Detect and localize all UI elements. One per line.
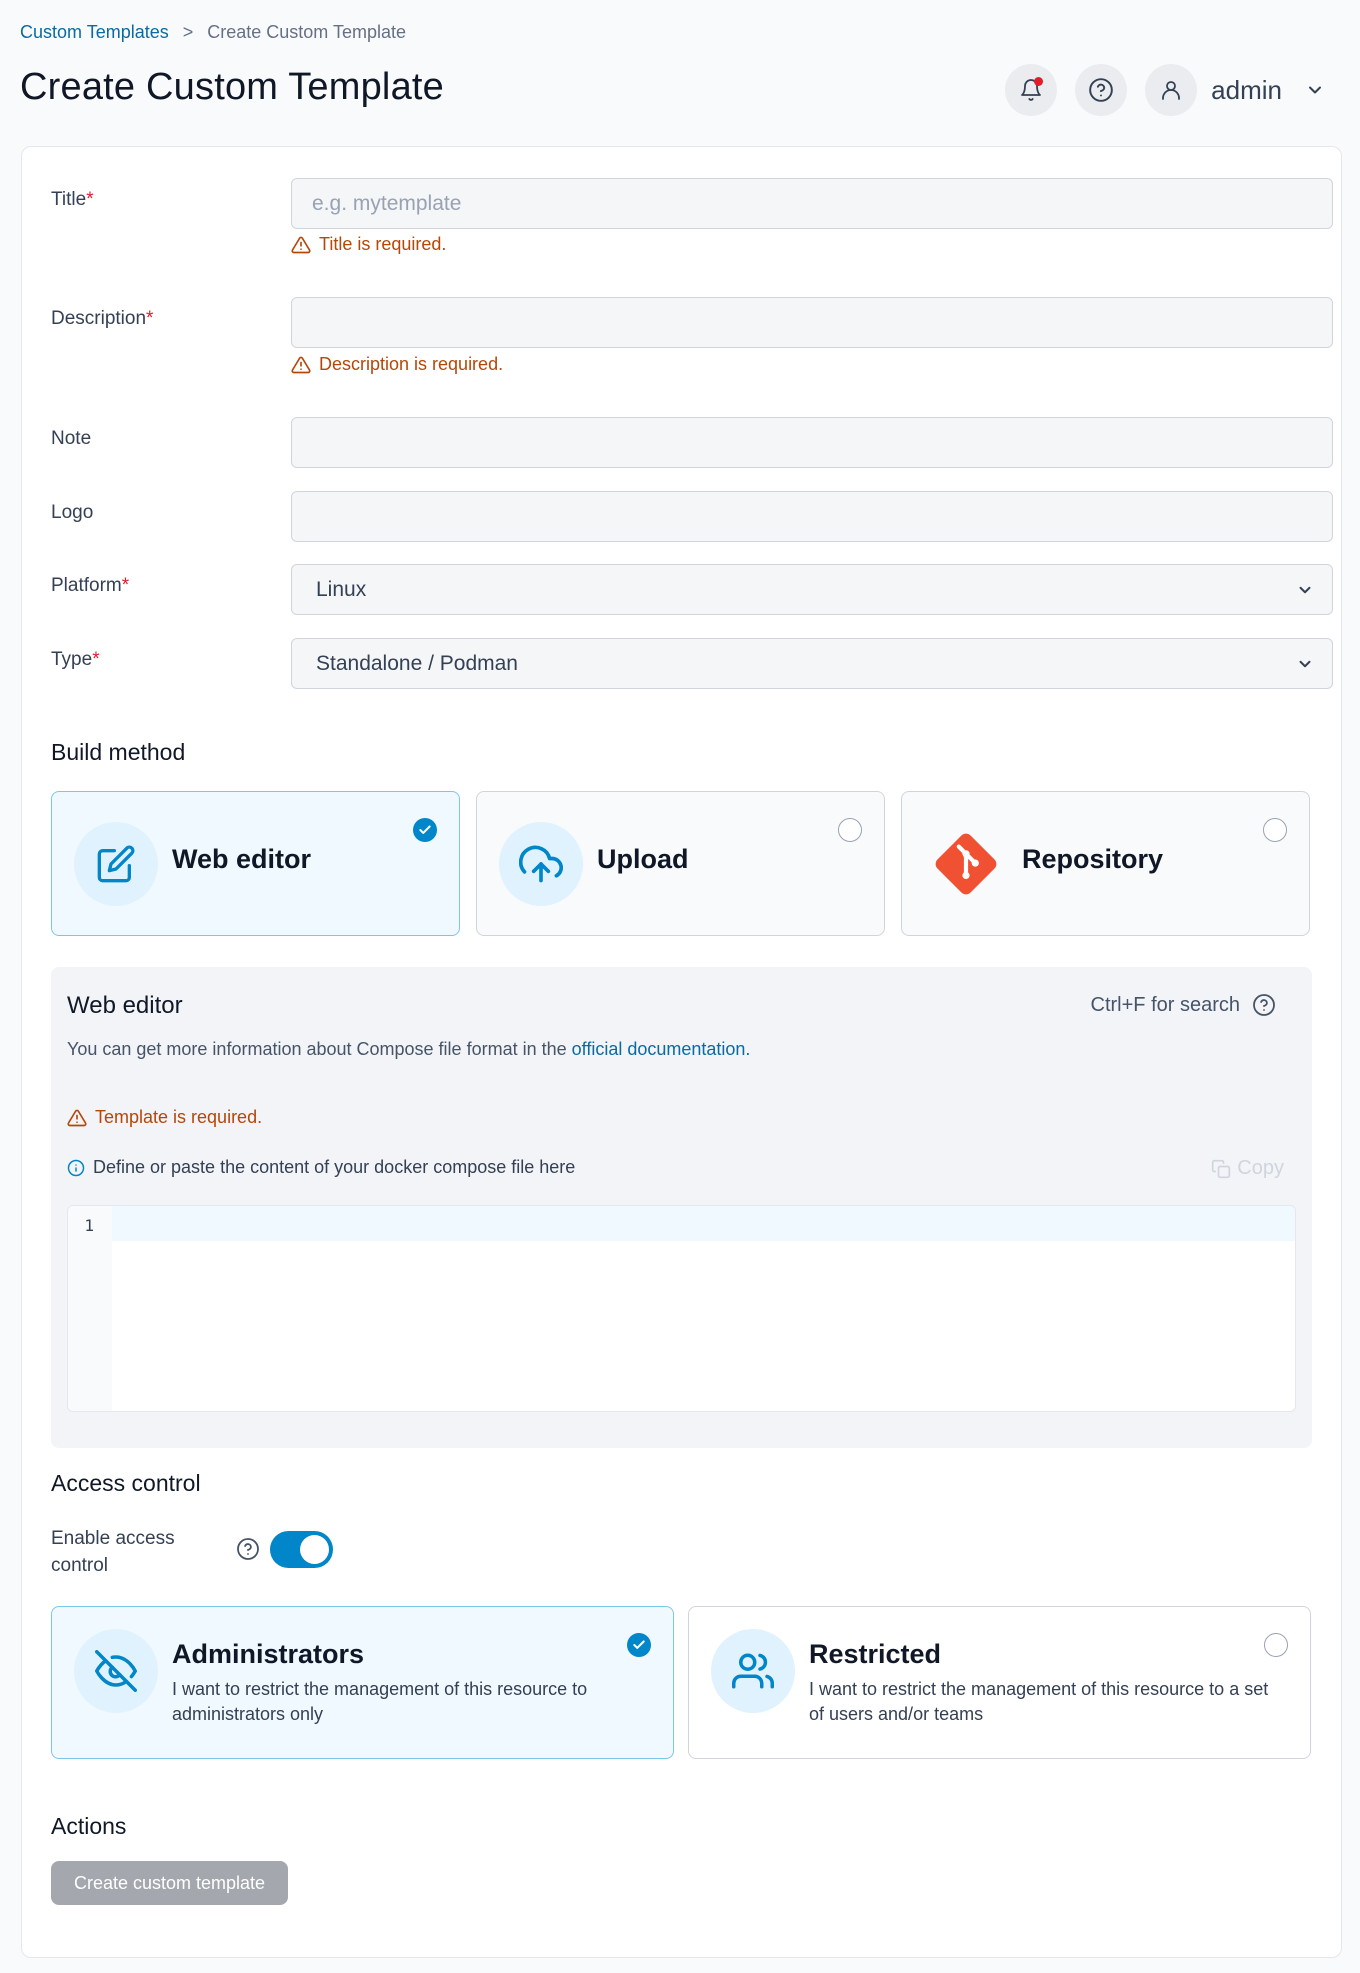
help-icon[interactable] [1252, 993, 1276, 1017]
access-option-restricted[interactable]: Restricted I want to restrict the manage… [688, 1606, 1311, 1759]
copy-icon [1212, 1159, 1231, 1178]
type-value: Standalone / Podman [316, 651, 518, 675]
web-editor-panel: Web editor Ctrl+F for search You can get… [51, 967, 1312, 1448]
administrators-title: Administrators [172, 1639, 365, 1669]
search-hint: Ctrl+F for search [1091, 993, 1276, 1017]
template-error: Template is required. [67, 1107, 262, 1128]
users-icon [732, 1653, 774, 1689]
info-icon [67, 1159, 85, 1176]
title-label: Title* [51, 189, 94, 210]
web-editor-label: Web editor [172, 844, 312, 874]
title-placeholder: e.g. mytemplate [312, 191, 462, 215]
eye-off-icon [95, 1650, 137, 1692]
help-icon [1089, 78, 1113, 102]
breadcrumb-current: Create Custom Template [207, 22, 407, 42]
radio-unchecked [1263, 818, 1287, 842]
help-button[interactable] [1075, 64, 1128, 116]
platform-value: Linux [316, 577, 367, 601]
user-icon [1162, 81, 1181, 100]
compose-info: You can get more information about Compo… [67, 1039, 751, 1059]
check-icon [413, 818, 437, 842]
enable-access-control-label: Enable access control [51, 1528, 175, 1576]
logo-label: Logo [51, 502, 94, 523]
notifications-button[interactable] [1005, 64, 1058, 116]
page-title: Create Custom Template [20, 66, 444, 108]
restricted-title: Restricted [809, 1639, 942, 1669]
upload-cloud-icon [519, 845, 563, 883]
breadcrumb-separator: > [182, 22, 194, 42]
build-method-upload[interactable]: Upload [476, 791, 885, 936]
access-control-toggle[interactable] [270, 1531, 333, 1568]
administrators-description: I want to restrict the management of thi… [172, 1679, 588, 1724]
web-editor-title: Web editor [67, 992, 183, 1019]
platform-select[interactable]: Linux [291, 564, 1333, 615]
note-input[interactable] [291, 417, 1333, 468]
active-line [112, 1206, 1295, 1241]
description-error: Description is required. [291, 354, 503, 375]
official-documentation-link[interactable]: official documentation. [572, 1039, 751, 1059]
help-icon[interactable] [236, 1537, 260, 1561]
warning-icon [291, 236, 311, 253]
logo-input[interactable] [291, 491, 1333, 542]
copy-button[interactable]: Copy [1211, 1157, 1284, 1180]
title-input[interactable]: e.g. mytemplate [291, 178, 1333, 229]
actions-heading: Actions [51, 1813, 127, 1839]
repository-label: Repository [1022, 844, 1164, 874]
user-menu-toggle[interactable] [1300, 80, 1330, 100]
radio-unchecked [838, 818, 862, 842]
build-method-web-editor[interactable]: Web editor [51, 791, 460, 936]
git-icon [935, 833, 997, 895]
restricted-description: I want to restrict the management of thi… [809, 1679, 1269, 1724]
warning-icon [291, 356, 311, 373]
user-name[interactable]: admin [1211, 75, 1282, 106]
chevron-down-icon [1299, 660, 1311, 667]
type-label: Type* [51, 649, 100, 670]
line-number: 1 [84, 1216, 94, 1235]
edit-icon [97, 845, 135, 883]
chevron-down-icon [1299, 586, 1311, 593]
type-select[interactable]: Standalone / Podman [291, 638, 1333, 689]
git-icon-wrap [924, 822, 1008, 906]
breadcrumb-link-custom-templates[interactable]: Custom Templates [20, 22, 169, 43]
build-method-heading: Build method [51, 739, 186, 765]
warning-icon [67, 1109, 87, 1126]
eye-off-icon-wrap [74, 1629, 158, 1713]
access-control-heading: Access control [51, 1470, 201, 1496]
user-avatar[interactable] [1145, 64, 1198, 116]
title-error: Title is required. [291, 234, 446, 255]
description-input[interactable] [291, 297, 1333, 348]
upload-label: Upload [597, 844, 689, 874]
access-option-administrators[interactable]: Administrators I want to restrict the ma… [51, 1606, 674, 1759]
note-label: Note [51, 428, 92, 449]
edit-icon-wrap [74, 822, 158, 906]
header-actions: admin [1005, 64, 1330, 116]
code-editor[interactable]: 1 [67, 1205, 1296, 1412]
description-label: Description* [51, 308, 154, 329]
toggle-knob [300, 1535, 329, 1564]
radio-unchecked [1264, 1633, 1288, 1657]
platform-label: Platform* [51, 575, 130, 596]
check-icon [627, 1633, 651, 1657]
build-method-repository[interactable]: Repository [901, 791, 1310, 936]
upload-icon-wrap [499, 822, 583, 906]
users-icon-wrap [711, 1629, 795, 1713]
create-custom-template-button[interactable]: Create custom template [51, 1861, 288, 1905]
compose-hint: Define or paste the content of your dock… [67, 1157, 575, 1178]
chevron-down-icon [1309, 86, 1321, 94]
breadcrumb: Custom Templates > Create Custom Templat… [20, 22, 406, 43]
editor-gutter [68, 1206, 112, 1411]
